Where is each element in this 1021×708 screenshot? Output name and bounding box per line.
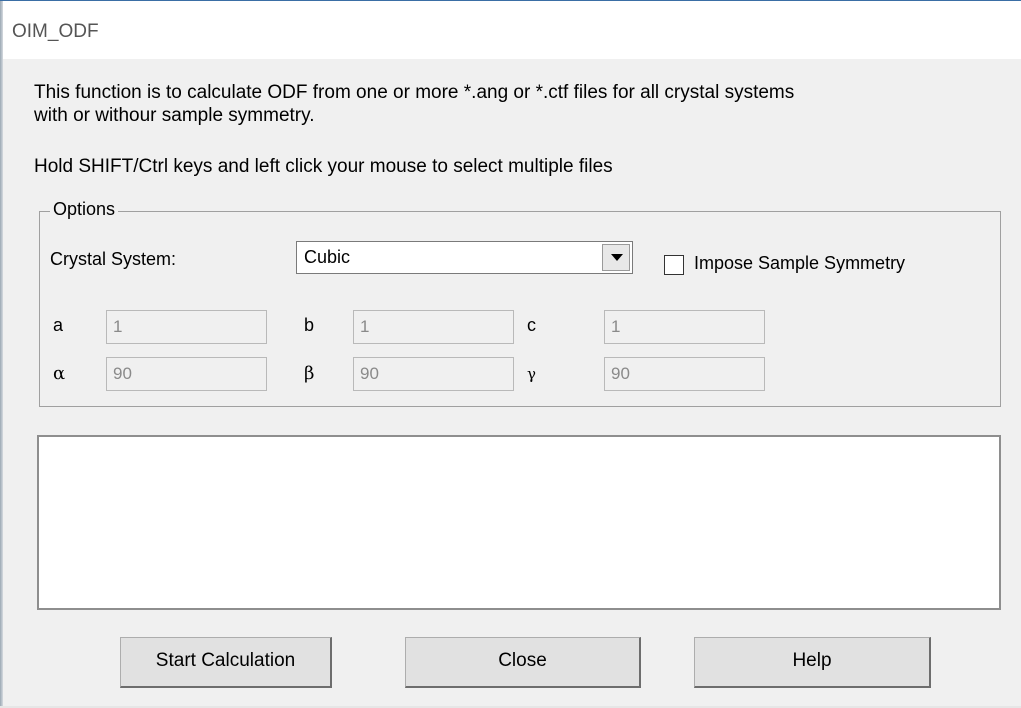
impose-symmetry-label: Impose Sample Symmetry [694,253,906,273]
param-c-label: c [527,315,536,335]
description-line-3: Hold SHIFT/Ctrl keys and left click your… [34,156,613,177]
param-gamma-value: 90 [611,364,630,383]
param-a-value: 1 [113,317,123,336]
crystal-system-label: Crystal System: [50,249,177,269]
start-calculation-button[interactable]: Start Calculation [120,637,332,688]
window-title: OIM_ODF [12,21,99,42]
param-gamma-field: 90 [604,357,765,391]
impose-symmetry-checkbox[interactable] [664,255,684,275]
close-button[interactable]: Close [405,637,641,688]
param-alpha-field: 90 [106,357,267,391]
options-legend: Options [50,199,119,220]
description-line-2: with or withour sample symmetry. [34,105,315,126]
param-beta-field: 90 [353,357,514,391]
param-alpha-value: 90 [113,364,132,383]
param-beta-value: 90 [360,364,379,383]
crystal-system-select[interactable]: Cubic [296,241,633,274]
param-alpha-label: α [53,363,66,384]
param-a-label: a [53,315,64,335]
param-b-label: b [304,315,315,335]
param-c-value: 1 [611,317,621,336]
help-button[interactable]: Help [694,637,931,688]
description-line-1: This function is to calculate ODF from o… [34,82,795,103]
param-gamma-label: γ [527,365,536,383]
output-log-box[interactable] [37,435,1001,610]
crystal-system-dropdown-button[interactable] [602,244,630,271]
param-b-field: 1 [353,310,514,344]
chevron-down-icon [611,254,623,261]
title-bar[interactable]: OIM_ODF [3,1,1021,59]
window-left-edge [0,1,3,708]
oim-odf-window: OIM_ODF This function is to calculate OD… [0,0,1021,708]
param-c-field: 1 [604,310,765,344]
param-beta-label: β [304,363,315,384]
param-b-value: 1 [360,317,370,336]
param-a-field: 1 [106,310,267,344]
crystal-system-value: Cubic [304,247,351,267]
